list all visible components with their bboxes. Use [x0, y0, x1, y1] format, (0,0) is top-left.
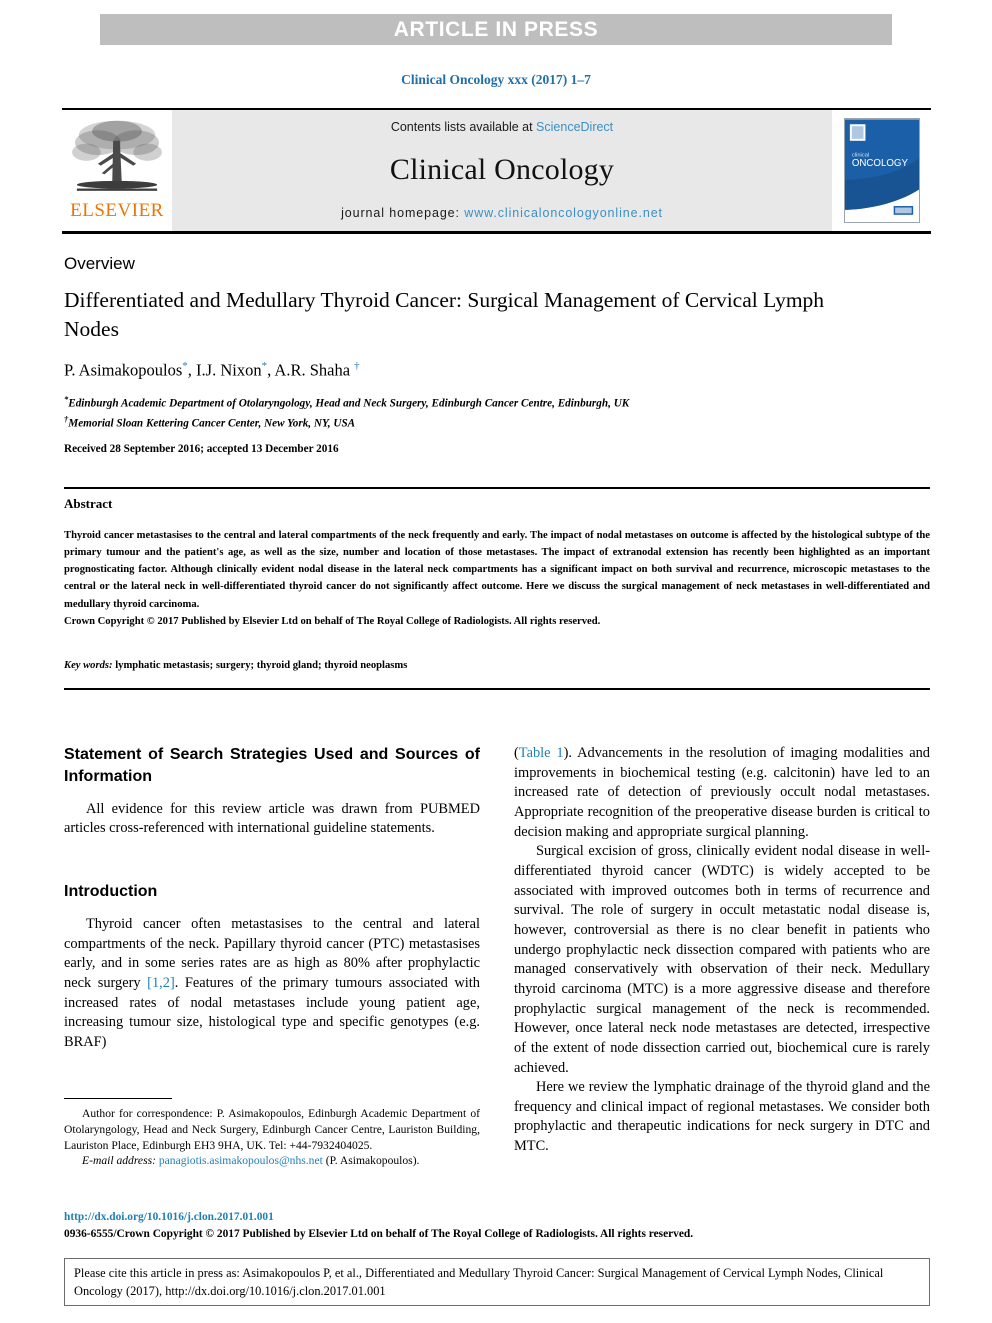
- affiliation-text: Edinburgh Academic Department of Otolary…: [68, 397, 630, 410]
- correspondence-text: Author for correspondence: P. Asimakopou…: [64, 1107, 480, 1152]
- keywords-value: lymphatic metastasis; surgery; thyroid g…: [112, 660, 408, 671]
- email-label: E-mail address:: [82, 1154, 156, 1168]
- contents-lists-line: Contents lists available at ScienceDirec…: [391, 120, 613, 134]
- article-history: Received 28 September 2016; accepted 13 …: [64, 443, 339, 455]
- abstract-text: Thyroid cancer metastasises to the centr…: [64, 530, 930, 610]
- paragraph-imaging-modalities: (Table 1). Advancements in the resolutio…: [514, 744, 930, 842]
- article-in-press-banner: ARTICLE IN PRESS: [100, 14, 892, 45]
- journal-homepage-prefix: journal homepage:: [341, 206, 465, 220]
- affiliation-item: *Edinburgh Academic Department of Otolar…: [64, 393, 884, 413]
- contents-lists-prefix: Contents lists available at: [390, 120, 537, 134]
- paragraph-text-part: ). Advancements in the resolution of ima…: [514, 745, 931, 840]
- journal-cover-container: clinical ONCOLOGY: [832, 110, 931, 231]
- author-marker[interactable]: *: [262, 360, 268, 372]
- citation-box: Please cite this article in press as: As…: [64, 1258, 930, 1306]
- affiliation-text: Memorial Sloan Kettering Cancer Center, …: [68, 417, 356, 430]
- elsevier-wordmark: ELSEVIER: [70, 200, 164, 221]
- journal-cover-image: clinical ONCOLOGY: [843, 118, 920, 223]
- email-link[interactable]: panagiotis.asimakopoulos@nhs.net: [156, 1154, 323, 1167]
- citation-text: Please cite this article in press as: As…: [74, 1266, 884, 1298]
- email-owner: (P. Asimakopoulos).: [322, 1154, 420, 1168]
- issn-copyright-line: 0936-6555/Crown Copyright © 2017 Publish…: [64, 1228, 694, 1240]
- affiliation-list: *Edinburgh Academic Department of Otolar…: [64, 393, 884, 432]
- elsevier-logo: ELSEVIER: [62, 110, 172, 231]
- journal-reference-text: Clinical Oncology xxx (2017) 1–7: [401, 72, 591, 87]
- author-list: P. Asimakopoulos*, I.J. Nixon*, A.R. Sha…: [64, 360, 360, 380]
- author-name: P. Asimakopoulos: [64, 360, 183, 380]
- journal-masthead: ELSEVIER Contents lists available at Sci…: [62, 108, 931, 234]
- affiliation-item: †Memorial Sloan Kettering Cancer Center,…: [64, 413, 884, 433]
- paragraph-search-strategies: All evidence for this review article was…: [64, 800, 480, 837]
- body-column-right: (Table 1). Advancements in the resolutio…: [514, 744, 930, 1157]
- citation-ref-1-2[interactable]: [1,2]: [147, 975, 175, 991]
- journal-reference-line: Clinical Oncology xxx (2017) 1–7: [0, 72, 992, 88]
- email-line: E-mail address: panagiotis.asimakopoulos…: [64, 1153, 480, 1169]
- section-heading-search-strategies: Statement of Search Strategies Used and …: [64, 746, 480, 785]
- author-marker[interactable]: †: [354, 360, 360, 372]
- body-column-left: Statement of Search Strategies Used and …: [64, 744, 480, 1053]
- sciencedirect-link[interactable]: ScienceDirect: [536, 120, 613, 134]
- elsevier-tree-icon: [72, 120, 162, 191]
- abstract-body: Thyroid cancer metastasises to the centr…: [64, 527, 930, 630]
- footnote-divider: [64, 1098, 172, 1099]
- author-name: I.J. Nixon: [196, 360, 262, 380]
- journal-homepage-line: journal homepage: www.clinicaloncologyon…: [341, 206, 663, 220]
- abstract-copyright: Crown Copyright © 2017 Published by Else…: [64, 615, 601, 627]
- correspondence-footnote: Author for correspondence: P. Asimakopou…: [64, 1098, 480, 1169]
- table-1-ref[interactable]: Table 1: [519, 745, 564, 761]
- keywords-line: Key words: lymphatic metastasis; surgery…: [64, 660, 930, 671]
- svg-text:ONCOLOGY: ONCOLOGY: [851, 158, 908, 169]
- paragraph-surgical-excision: Surgical excision of gross, clinically e…: [514, 843, 930, 1076]
- author-name: A.R. Shaha: [274, 360, 351, 380]
- abstract-top-rule: [64, 487, 930, 489]
- author-marker[interactable]: *: [182, 360, 188, 372]
- article-type-label: Overview: [64, 254, 135, 273]
- journal-homepage-link[interactable]: www.clinicaloncologyonline.net: [464, 206, 663, 220]
- keywords-label: Key words:: [64, 660, 113, 671]
- masthead-center: Contents lists available at ScienceDirec…: [172, 110, 832, 231]
- doi-link[interactable]: http://dx.doi.org/10.1016/j.clon.2017.01…: [64, 1211, 274, 1223]
- section-heading-introduction: Introduction: [64, 883, 158, 901]
- journal-title: Clinical Oncology: [389, 153, 615, 186]
- article-in-press-label: ARTICLE IN PRESS: [393, 17, 599, 41]
- paragraph-review-scope: Here we review the lymphatic drainage of…: [514, 1079, 930, 1155]
- page-title: Differentiated and Medullary Thyroid Can…: [64, 288, 825, 341]
- abstract-bottom-rule: [64, 688, 930, 690]
- paragraph-introduction: Thyroid cancer often metastasises to the…: [64, 915, 480, 1053]
- abstract-heading: Abstract: [64, 496, 113, 511]
